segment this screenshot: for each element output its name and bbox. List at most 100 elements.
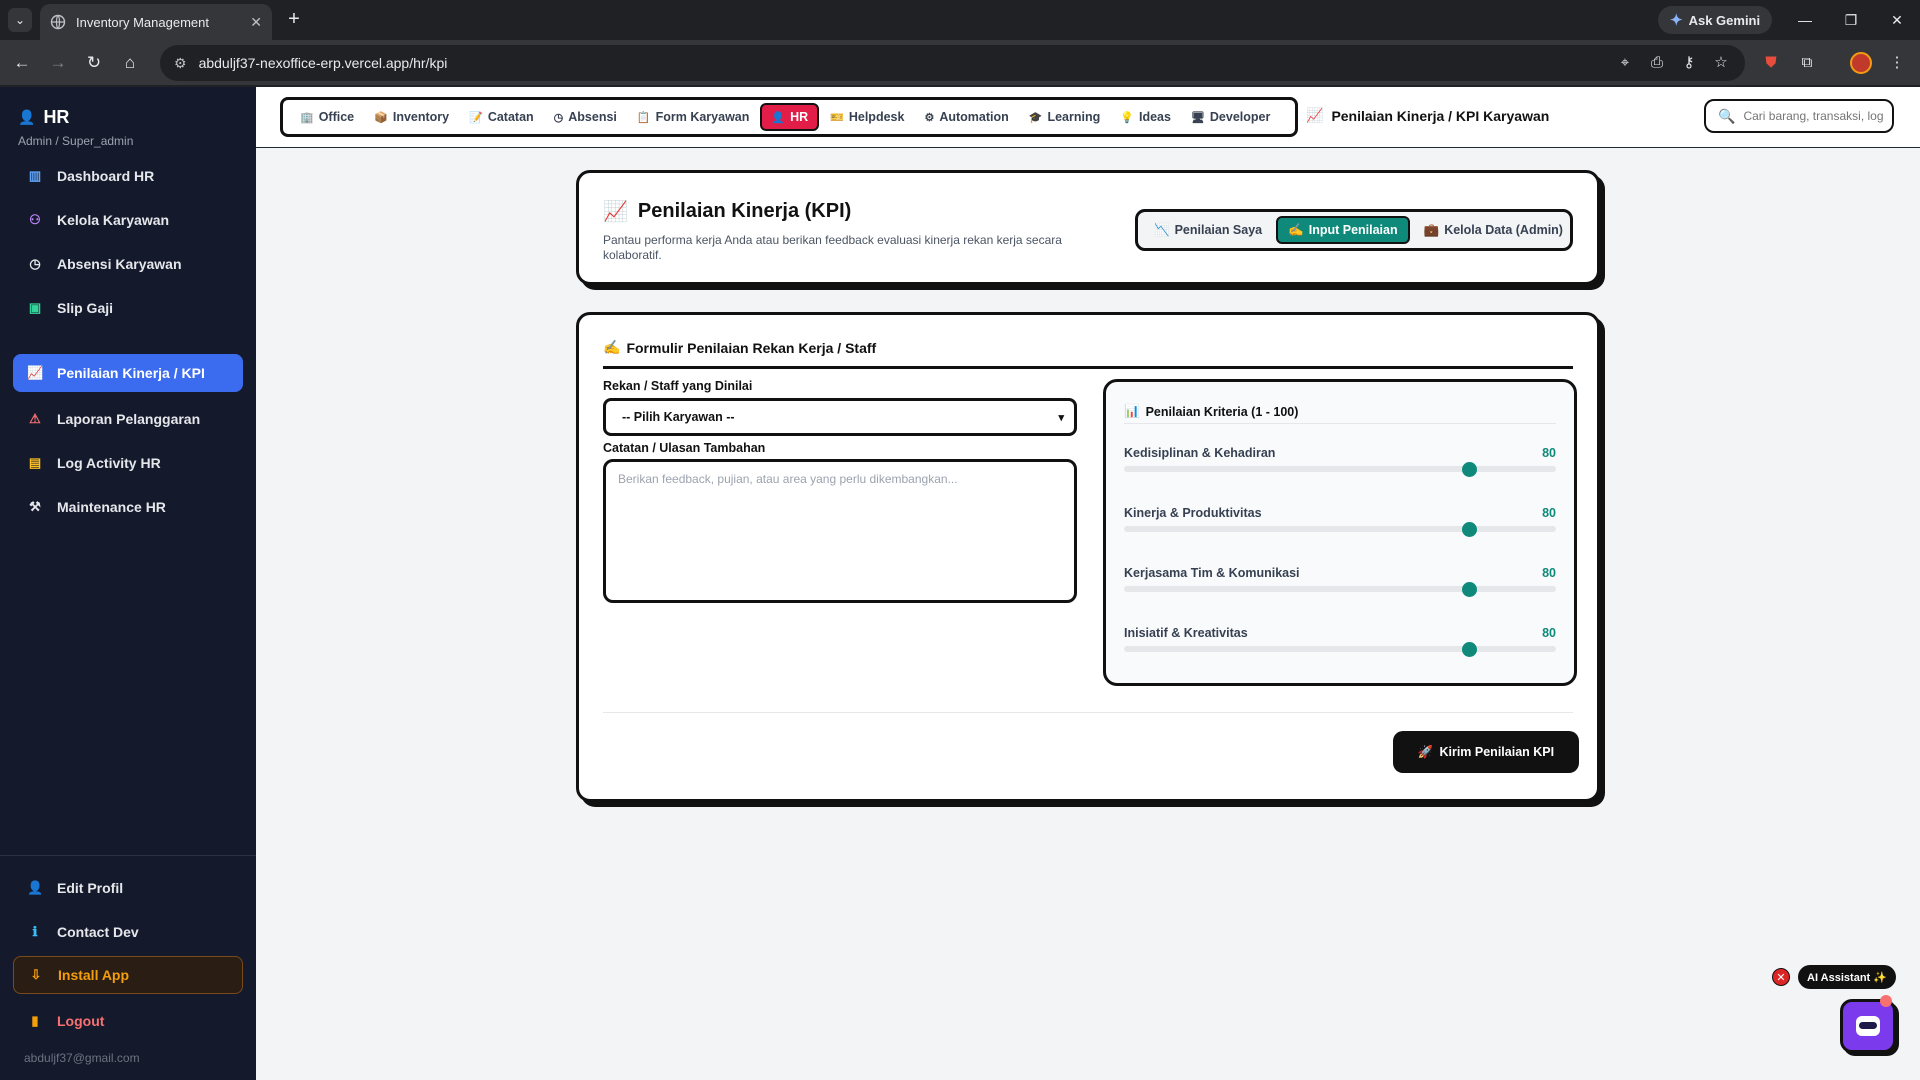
breadcrumb-label: Penilaian Kinerja / KPI Karyawan (1331, 107, 1550, 124)
module-label: Form Karyawan (655, 110, 750, 124)
sidebar-item-laporan-pelanggaran[interactable]: ⚠ Laporan Pelanggaran (13, 400, 243, 438)
module-ideas[interactable]: 💡 Ideas (1111, 103, 1180, 131)
notes-placeholder: Berikan feedback, pujian, atau area yang… (618, 472, 958, 486)
site-info-icon[interactable]: ⚙ (174, 55, 187, 72)
search-input[interactable] (1743, 109, 1884, 123)
bookmark-star-icon[interactable]: ☆ (1708, 50, 1734, 76)
logout-button[interactable]: ▮ Logout (13, 1002, 243, 1040)
criteria-row: Kinerja & Produktivitas 80 (1124, 506, 1556, 550)
install-app-icon[interactable]: ⎙ (1644, 50, 1670, 76)
sidebar-item-maintenance-hr[interactable]: ⚒ Maintenance HR (13, 488, 243, 526)
password-key-icon[interactable]: ⚷ (1676, 50, 1702, 76)
profile-avatar[interactable] (1850, 52, 1872, 74)
sidebar-item-log-activity[interactable]: ▤ Log Activity HR (13, 444, 243, 482)
close-icon[interactable]: ✕ (250, 14, 262, 31)
criteria-slider-thumb[interactable] (1461, 582, 1477, 597)
user-icon: 👤 (771, 111, 786, 124)
sidebar-item-penilaian-kinerja[interactable]: 📈 Penilaian Kinerja / KPI (13, 354, 243, 392)
module-helpdesk[interactable]: 🎫 Helpdesk (821, 103, 913, 131)
user-icon: 👤 (27, 880, 44, 895)
sidebar-item-label: Contact Dev (57, 924, 139, 940)
tab-input-penilaian[interactable]: ✍ Input Penilaian (1276, 216, 1410, 244)
staff-label: Rekan / Staff yang Dinilai (603, 379, 753, 393)
top-bar: 🏢 Office 📦 Inventory 📝 Catatan ◷ Absensi 📋 Fo… (256, 87, 1920, 148)
form-title-divider (603, 366, 1573, 369)
url-text: abduljf37-nexoffice-erp.vercel.app/hr/kp… (198, 55, 448, 71)
module-absensi[interactable]: ◷ Absensi (545, 103, 626, 131)
sidebar-item-label: Edit Profil (57, 880, 124, 896)
trend-icon: 📈 (1306, 107, 1324, 123)
chart-icon: ▥ (28, 168, 42, 183)
briefcase-icon: 💼 (1423, 222, 1440, 237)
module-learning[interactable]: 🎓 Learning (1020, 103, 1110, 131)
sidebar-item-contact-dev[interactable]: ℹ Contact Dev (13, 913, 243, 951)
extensions-puzzle-icon[interactable]: ⧉ (1794, 50, 1820, 76)
sidebar-item-label: Kelola Karyawan (57, 212, 170, 228)
module-developer[interactable]: 🖥 Developer (1182, 103, 1279, 131)
menu-kebab-icon[interactable]: ⋮ (1884, 50, 1910, 76)
new-tab-button[interactable]: + (282, 8, 306, 32)
criteria-slider-thumb[interactable] (1461, 522, 1477, 537)
criteria-slider-thumb[interactable] (1461, 642, 1477, 657)
module-label: Inventory (392, 110, 450, 124)
criteria-slider-track[interactable] (1124, 526, 1556, 532)
close-window-button[interactable]: ✕ (1882, 8, 1912, 32)
criteria-slider-track[interactable] (1124, 646, 1556, 652)
criteria-slider-track[interactable] (1124, 466, 1556, 472)
ai-assistant-button[interactable] (1840, 999, 1896, 1053)
module-automation[interactable]: ⚙ Automation (915, 103, 1017, 131)
module-office[interactable]: 🏢 Office (291, 103, 363, 131)
module-hr[interactable]: 👤 HR (760, 103, 820, 131)
module-label: Ideas (1138, 110, 1171, 124)
criteria-title-text: Penilaian Kriteria (1 - 100) (1145, 404, 1299, 419)
module-inventory[interactable]: 📦 Inventory (365, 103, 458, 131)
sidebar: 👤 HR Admin / Super_admin ▥ Dashboard HR … (0, 87, 256, 1080)
sidebar-item-kelola-karyawan[interactable]: ⚇ Kelola Karyawan (13, 201, 243, 239)
tab-penilaian-saya[interactable]: 📉 Penilaian Saya (1144, 216, 1272, 244)
sidebar-item-label: Penilaian Kinerja / KPI (57, 365, 205, 381)
address-bar[interactable]: ⚙ abduljf37-nexoffice-erp.vercel.app/hr/… (160, 45, 1745, 81)
sidebar-divider (0, 855, 256, 856)
criteria-title: 📊 Penilaian Kriteria (1 - 100) (1124, 404, 1298, 419)
criteria-name: Kinerja & Produktivitas (1124, 506, 1262, 520)
sidebar-item-absensi-karyawan[interactable]: ◷ Absensi Karyawan (13, 245, 243, 283)
criteria-slider-track[interactable] (1124, 586, 1556, 592)
user-icon: 👤 (18, 109, 36, 125)
install-app-button[interactable]: ⇩ Install App (13, 956, 243, 994)
sidebar-brand: 👤 HR Admin / Super_admin (18, 107, 133, 148)
close-assistant-icon[interactable]: ✕ (1772, 968, 1790, 986)
submit-kpi-button[interactable]: 🚀 Kirim Penilaian KPI (1393, 731, 1579, 773)
notes-textarea[interactable]: Berikan feedback, pujian, atau area yang… (603, 459, 1077, 603)
staff-select-value: -- Pilih Karyawan -- (622, 410, 735, 424)
back-icon[interactable]: ← (10, 51, 34, 75)
criteria-row: Kedisiplinan & Kehadiran 80 (1124, 446, 1556, 490)
sidebar-item-edit-profil[interactable]: 👤 Edit Profil (13, 869, 243, 907)
clipboard-icon: 📋 (636, 111, 651, 124)
notification-dot (1880, 995, 1892, 1007)
staff-select[interactable]: -- Pilih Karyawan -- ▾ (603, 398, 1077, 436)
tab-kelola-data[interactable]: 💼 Kelola Data (Admin) (1414, 216, 1573, 244)
writing-hand-icon: ✍ (1288, 222, 1304, 237)
sidebar-item-slip-gaji[interactable]: ▣ Slip Gaji (13, 289, 243, 327)
minimize-button[interactable]: — (1790, 8, 1820, 32)
home-icon[interactable]: ⌂ (118, 51, 142, 75)
tab-search-dropdown[interactable]: ⌄ (8, 8, 32, 32)
restore-button[interactable]: ❐ (1836, 8, 1866, 32)
location-icon[interactable]: ⌖ (1612, 50, 1638, 76)
criteria-value: 80 (1542, 566, 1556, 580)
extension-shield-icon[interactable]: ⛊ (1758, 50, 1784, 76)
criteria-row: Inisiatif & Kreativitas 80 (1124, 626, 1556, 670)
tab-label: Kelola Data (Admin) (1444, 223, 1563, 237)
ai-assistant-label[interactable]: AI Assistant ✨ (1798, 965, 1896, 989)
sidebar-item-dashboard-hr[interactable]: ▥ Dashboard HR (13, 157, 243, 195)
criteria-slider-thumb[interactable] (1461, 462, 1477, 477)
reload-icon[interactable]: ↻ (82, 51, 106, 75)
global-search[interactable]: 🔍 (1704, 99, 1894, 133)
module-label: Automation (939, 110, 1009, 124)
sidebar-subtitle: Admin / Super_admin (18, 134, 134, 148)
browser-tab[interactable]: Inventory Management ✕ (40, 4, 272, 40)
module-catatan[interactable]: 📝 Catatan (460, 103, 543, 131)
forward-icon[interactable]: → (46, 51, 70, 75)
ask-gemini-button[interactable]: ✦ Ask Gemini (1658, 6, 1773, 34)
module-form-karyawan[interactable]: 📋 Form Karyawan (628, 103, 758, 131)
